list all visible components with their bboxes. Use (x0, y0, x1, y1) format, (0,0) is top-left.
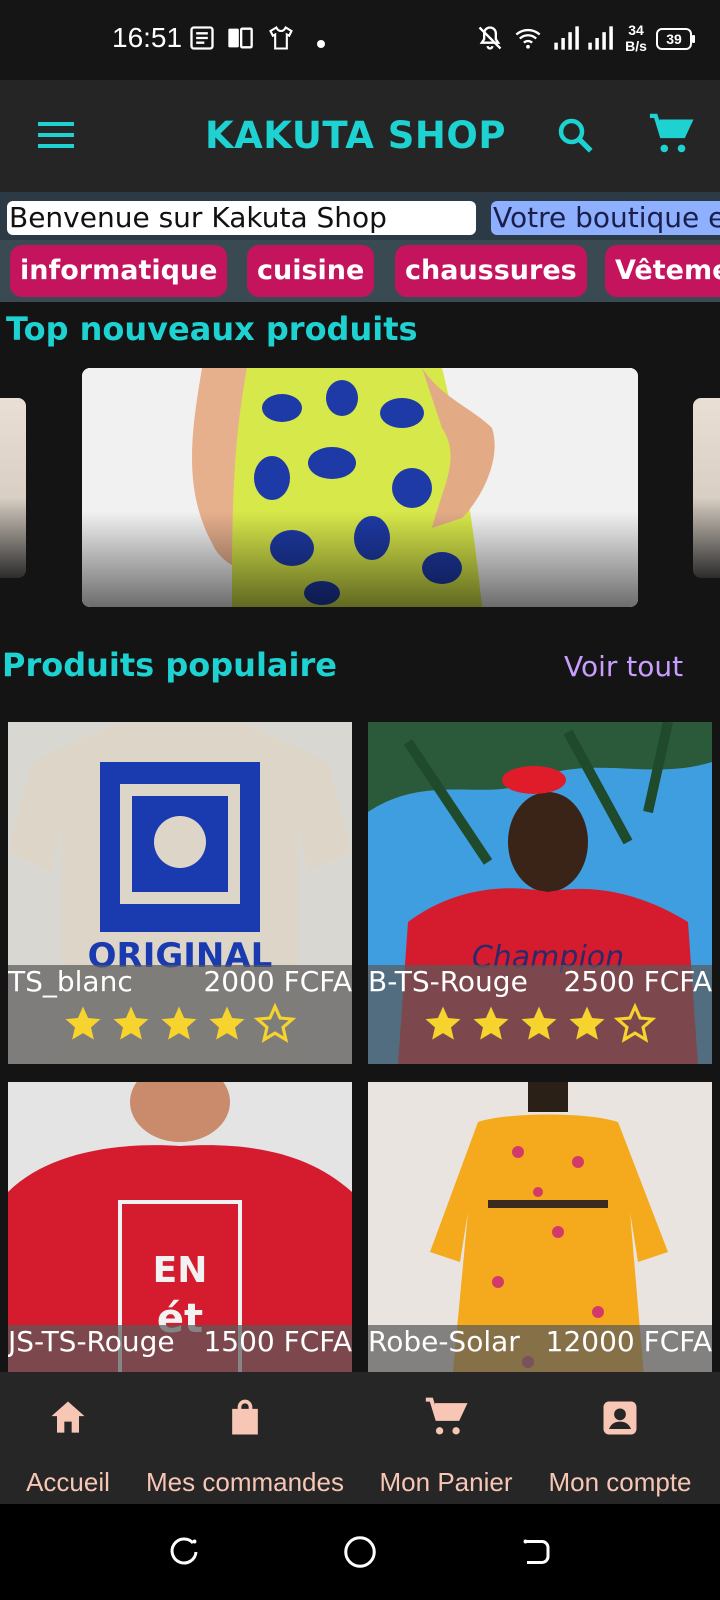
search-icon[interactable] (554, 114, 596, 160)
cart-icon[interactable] (648, 112, 694, 162)
svg-text:EN: EN (153, 1250, 208, 1291)
category-chip[interactable]: Vêteme (605, 245, 720, 297)
nav-item-mon-panier[interactable]: Mon Panier (366, 1372, 526, 1504)
home-icon (51, 1401, 85, 1433)
product-card[interactable]: ORIGINAL TS_blanc 2000 FCFA (8, 722, 352, 1064)
signal-icon (586, 24, 614, 56)
star-outline-icon (614, 1003, 656, 1043)
product-info: B-TS-Rouge 2500 FCFA (368, 965, 712, 1064)
product-price: 2500 FCFA (563, 965, 712, 998)
product-price: 12000 FCFA (545, 1325, 712, 1358)
product-info: TS_blanc 2000 FCFA (8, 965, 352, 1064)
star-filled-icon (521, 1006, 557, 1040)
star-filled-icon (161, 1006, 197, 1040)
product-card[interactable]: Champion B-TS-Rouge 2500 FCFA (368, 722, 712, 1064)
nav-item-mes-commandes[interactable]: Mes commandes (136, 1372, 354, 1504)
battery-level: 39 (666, 31, 682, 47)
rating-stars (422, 1003, 656, 1045)
carousel-prev-slide[interactable] (0, 398, 26, 578)
marquee-item: Votre boutique e (491, 201, 720, 235)
popular-title: Produits populaire (2, 646, 337, 684)
marquee-item: Benvenue sur Kakuta Shop (7, 201, 476, 235)
nav-label: Mes commandes (146, 1467, 344, 1497)
nav-label: Mon compte (548, 1467, 692, 1497)
rating-stars (62, 1003, 296, 1045)
net-speed: 34 B/s (622, 22, 650, 54)
mute-icon (476, 24, 504, 56)
account-icon (603, 1401, 637, 1435)
category-list: informatique cuisine chaussures Vêteme (0, 240, 720, 302)
app-bar: KAKUTA SHOP (0, 80, 720, 192)
tshirt-icon (266, 24, 296, 56)
app-title: KAKUTA SHOP (205, 114, 506, 157)
star-filled-icon (473, 1006, 509, 1040)
system-navigation-bar (0, 1504, 720, 1600)
recents-icon[interactable] (166, 1534, 202, 1574)
category-chip[interactable]: informatique (10, 245, 228, 297)
product-name: TS_blanc (8, 965, 133, 998)
cart-icon (425, 1397, 468, 1435)
star-filled-icon (65, 1006, 101, 1040)
nav-item-accueil[interactable]: Accueil (0, 1372, 136, 1504)
signal-icon (552, 24, 580, 56)
star-outline-icon (254, 1003, 296, 1043)
carousel-next-slide[interactable] (693, 398, 720, 578)
announcement-marquee: Benvenue sur Kakuta Shop Votre boutique … (0, 192, 720, 240)
product-name: JS-TS-Rouge (8, 1325, 175, 1358)
product-name: Robe-Solar (368, 1325, 520, 1358)
net-speed-value: 34 (628, 22, 644, 38)
dot-icon (316, 34, 326, 53)
app-icon (226, 24, 254, 56)
product-price: 2000 FCFA (203, 965, 352, 998)
status-bar: 16:51 34 B/s 39 (0, 0, 720, 80)
bottom-navigation: Accueil Mes commandes Mon Panier Mon com… (0, 1372, 720, 1504)
carousel-image[interactable] (82, 368, 638, 607)
status-time: 16:51 (112, 22, 183, 53)
battery-icon: 39 (656, 28, 696, 54)
product-price: 1500 FCFA (203, 1325, 352, 1358)
star-filled-icon (569, 1006, 605, 1040)
category-chip[interactable]: cuisine (247, 245, 375, 297)
news-icon (188, 24, 216, 56)
menu-icon[interactable] (36, 118, 76, 156)
star-filled-icon (113, 1006, 149, 1040)
nav-item-mon-compte[interactable]: Mon compte (532, 1372, 708, 1504)
nav-label: Accueil (26, 1467, 110, 1497)
shopping-bag-icon (232, 1399, 258, 1435)
star-filled-icon (425, 1006, 461, 1040)
see-all-link[interactable]: Voir tout (564, 650, 683, 683)
net-speed-unit: B/s (625, 38, 647, 54)
wifi-icon (514, 24, 542, 56)
star-filled-icon (209, 1006, 245, 1040)
back-icon[interactable] (518, 1534, 554, 1574)
nav-label: Mon Panier (379, 1467, 513, 1497)
home-button-icon[interactable] (342, 1534, 378, 1574)
top-new-title: Top nouveaux produits (6, 310, 418, 348)
product-name: B-TS-Rouge (368, 965, 528, 998)
category-chip[interactable]: chaussures (395, 245, 587, 297)
